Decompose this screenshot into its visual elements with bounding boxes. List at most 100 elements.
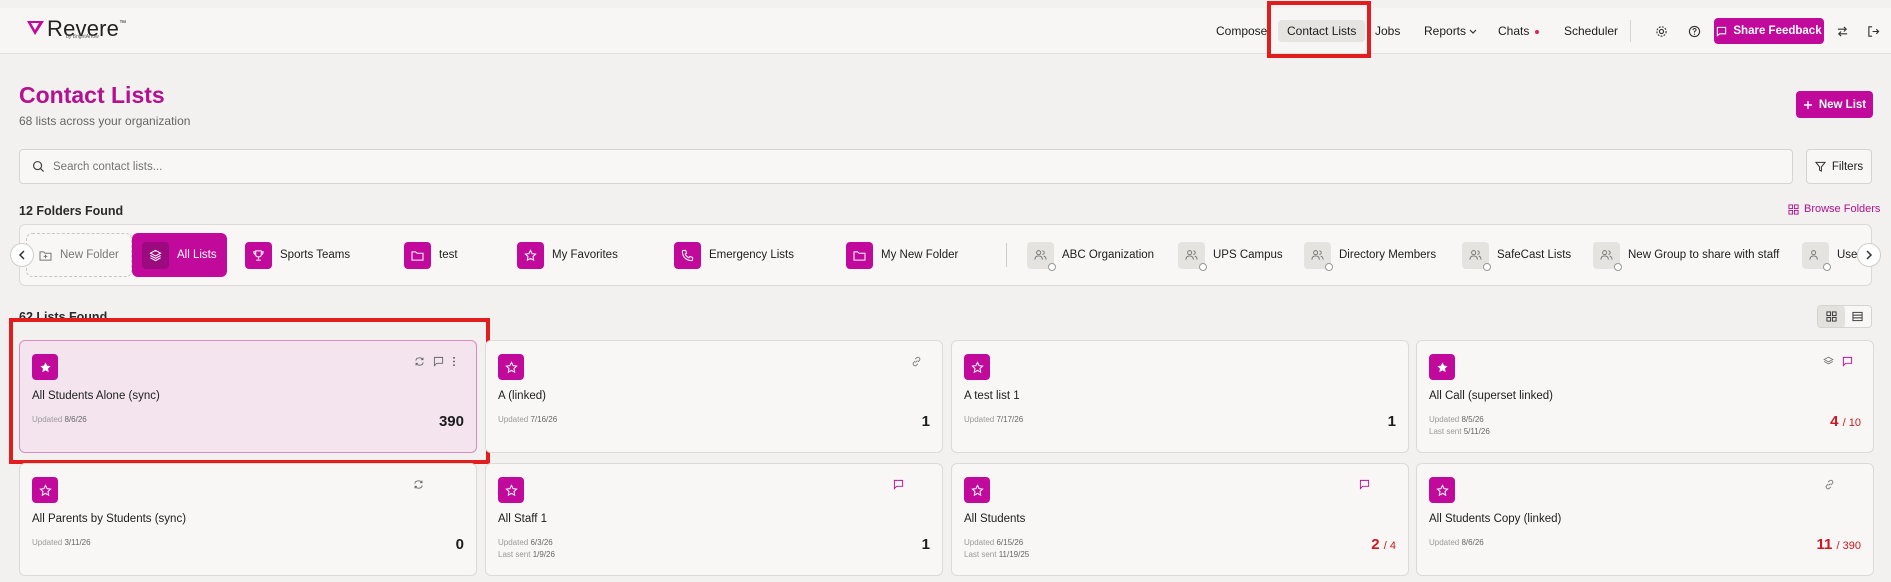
search-input[interactable] <box>53 160 1753 173</box>
filter-icon <box>1814 161 1826 172</box>
list-meta: Updated 8/5/26 Last sent 5/11/26 <box>1429 414 1490 438</box>
link-icon <box>1825 479 1834 490</box>
group-chip-ups-campus[interactable]: UPS Campus <box>1178 233 1283 277</box>
chat-icon[interactable] <box>1842 356 1853 367</box>
folder-chip-my-new-folder[interactable]: My New Folder <box>846 233 958 277</box>
folder-label-my-favorites: My Favorites <box>552 249 618 261</box>
folder-label-emergency-lists: Emergency Lists <box>709 249 795 261</box>
users-icon <box>1802 241 1831 271</box>
table-view-button[interactable] <box>1845 306 1872 327</box>
list-card-a-linked[interactable]: A (linked) Updated 7/16/26 1 <box>485 340 943 453</box>
folder-chip-sports-teams[interactable]: Sports Teams <box>245 233 350 277</box>
trophy-icon <box>245 241 272 269</box>
filters-label: Filters <box>1831 160 1864 173</box>
last-sent-date: 11/19/25 <box>998 550 1030 559</box>
chevron-right-icon <box>1866 250 1873 260</box>
logout-button[interactable] <box>1864 22 1882 40</box>
list-meta: Updated 3/11/26 <box>32 537 91 549</box>
list-card-all-call[interactable]: All Call (superset linked) Updated 8/5/2… <box>1416 340 1874 453</box>
list-name: A (linked) <box>498 390 546 402</box>
folders-count-heading: 12 Folders Found <box>19 204 124 218</box>
grid-icon <box>1788 203 1799 215</box>
favorite-star-icon[interactable] <box>1429 354 1455 380</box>
folder-label-my-new-folder: My New Folder <box>881 249 959 261</box>
logo-trademark: ™ <box>119 20 127 27</box>
updated-date: 3/11/26 <box>64 538 91 547</box>
scroll-right-button[interactable] <box>1857 243 1881 267</box>
folder-icon <box>846 241 873 269</box>
switch-button[interactable] <box>1833 22 1851 40</box>
help-button[interactable] <box>1685 22 1703 40</box>
group-chip-abc-organization[interactable]: ABC Organization <box>1027 233 1154 277</box>
favorite-star-icon[interactable] <box>498 354 524 380</box>
folder-chip-emergency-lists[interactable]: Emergency Lists <box>674 233 794 277</box>
list-name: A test list 1 <box>964 390 1020 402</box>
new-folder-label: New Folder <box>60 249 119 261</box>
folder-chip-my-favorites[interactable]: My Favorites <box>517 233 618 277</box>
group-chip-safecast-lists[interactable]: SafeCast Lists <box>1462 233 1571 277</box>
layers-icon <box>142 241 169 269</box>
folder-carousel: New Folder All Lists Sports Teams test M… <box>19 224 1872 286</box>
nav-scheduler[interactable]: Scheduler <box>1564 20 1618 42</box>
filters-button[interactable]: Filters <box>1806 149 1872 184</box>
folder-icon <box>404 241 431 269</box>
star-icon <box>517 241 544 269</box>
nav-jobs[interactable]: Jobs <box>1375 20 1400 42</box>
group-chip-new-group-to-share[interactable]: New Group to share with staff <box>1593 233 1779 277</box>
grid-view-button[interactable] <box>1818 306 1845 327</box>
new-list-button[interactable]: New List <box>1796 91 1873 118</box>
list-card-all-students[interactable]: All Students Updated 6/15/26 Last sent 11… <box>951 463 1409 576</box>
favorite-star-icon[interactable] <box>32 477 58 503</box>
share-feedback-button[interactable]: Share Feedback <box>1714 18 1824 44</box>
favorite-star-icon[interactable] <box>498 477 524 503</box>
nav-compose[interactable]: Compose <box>1216 20 1267 42</box>
folder-divider <box>1006 243 1007 267</box>
sync-icon <box>414 480 423 489</box>
list-name: All Students Copy (linked) <box>1429 513 1562 525</box>
chevron-left-icon <box>18 250 25 260</box>
favorite-star-icon[interactable] <box>964 354 990 380</box>
swap-arrows-icon <box>1837 25 1847 37</box>
last-sent-label: Last sent <box>1429 427 1462 436</box>
favorite-star-icon[interactable] <box>1429 477 1455 503</box>
browse-folders-link[interactable]: Browse Folders <box>1788 203 1880 215</box>
users-icon <box>1593 241 1622 271</box>
scroll-left-button[interactable] <box>10 243 34 267</box>
list-card-all-staff-1[interactable]: All Staff 1 Updated 6/3/26 Last sent 1/9/… <box>485 463 943 576</box>
total-count: / 10 <box>1842 417 1861 429</box>
chat-icon[interactable] <box>893 479 904 490</box>
group-chip-directory-members[interactable]: Directory Members <box>1304 233 1436 277</box>
list-card-a-test-list-1[interactable]: A test list 1 Updated 7/17/26 1 <box>951 340 1409 453</box>
logo-subtitle: by BrightArrow <box>66 34 99 40</box>
updated-label: Updated <box>1429 415 1460 424</box>
chat-icon[interactable] <box>1359 479 1370 490</box>
table-icon <box>1852 311 1863 322</box>
list-meta: Updated 7/16/26 <box>498 414 557 426</box>
group-chip-use[interactable]: Use <box>1802 233 1857 277</box>
settings-button[interactable] <box>1652 22 1670 40</box>
logo-mark-icon <box>27 21 44 35</box>
group-label-ups-campus: UPS Campus <box>1213 249 1283 261</box>
search-box <box>19 149 1793 184</box>
member-count: 4 / 10 <box>1830 413 1861 430</box>
folder-chip-test[interactable]: test <box>404 233 458 277</box>
list-meta: Updated 8/6/26 <box>1429 537 1484 549</box>
updated-label: Updated <box>1429 538 1460 547</box>
favorite-star-icon[interactable] <box>964 477 990 503</box>
list-meta: Updated 7/17/26 <box>964 414 1023 426</box>
gear-icon <box>1655 25 1667 37</box>
folder-chip-all-lists[interactable]: All Lists <box>132 233 227 277</box>
nav-reports[interactable]: Reports <box>1424 20 1477 42</box>
updated-date: 6/3/26 <box>530 538 553 547</box>
group-label-directory-members: Directory Members <box>1339 249 1437 261</box>
updated-date: 8/6/26 <box>1461 538 1484 547</box>
folder-label-all-lists: All Lists <box>177 249 217 261</box>
folder-label-test: test <box>439 249 458 261</box>
updated-label: Updated <box>498 538 529 547</box>
new-folder-chip[interactable]: New Folder <box>26 233 132 277</box>
list-card-all-students-copy[interactable]: All Students Copy (linked) Updated 8/6/2… <box>1416 463 1874 576</box>
nav-chats[interactable]: Chats <box>1498 20 1540 42</box>
total-count: / 4 <box>1383 540 1396 552</box>
list-card-all-parents-by-students[interactable]: All Parents by Students (sync) Updated 3… <box>19 463 477 576</box>
list-name: All Staff 1 <box>498 513 548 525</box>
